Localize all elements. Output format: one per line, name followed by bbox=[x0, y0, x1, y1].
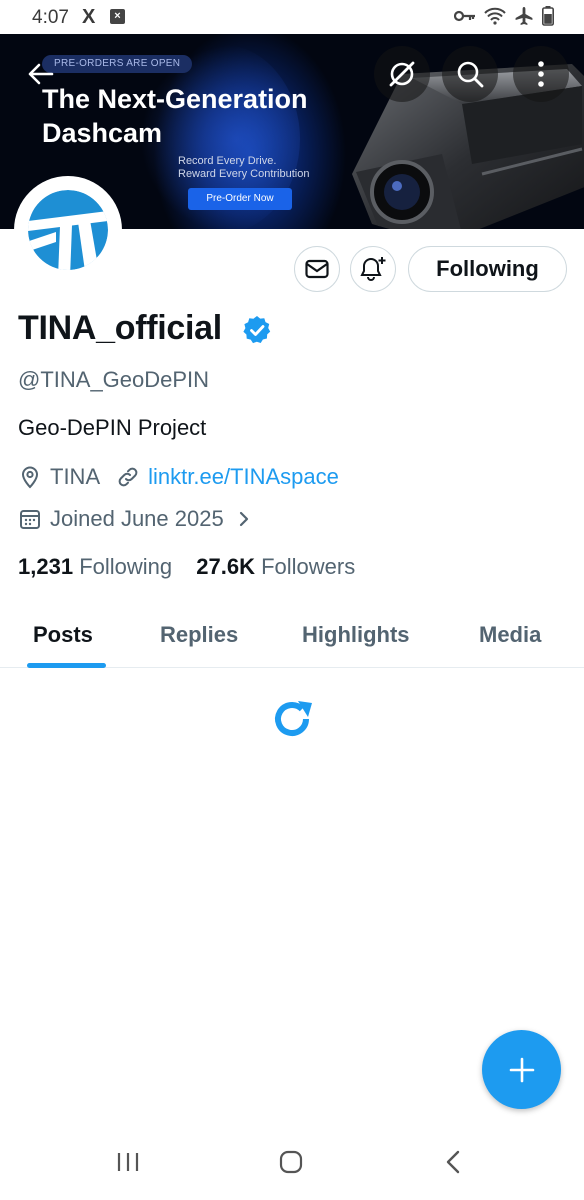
location-text: TINA bbox=[50, 464, 101, 489]
bio: Geo-DePIN Project bbox=[18, 415, 207, 440]
following-button[interactable]: Following bbox=[408, 246, 567, 292]
avatar-logo bbox=[20, 182, 116, 278]
plus-icon bbox=[509, 1057, 534, 1082]
joined-row[interactable]: Joined June 2025 bbox=[18, 506, 254, 532]
compose-button[interactable] bbox=[482, 1030, 561, 1109]
handle: @TINA_GeoDePIN bbox=[18, 367, 210, 392]
grok-button[interactable] bbox=[374, 46, 430, 102]
verified-badge-icon bbox=[243, 316, 271, 344]
status-bar: 4:07 X × bbox=[0, 0, 584, 34]
back-button[interactable] bbox=[20, 56, 60, 92]
wifi-icon bbox=[484, 7, 506, 25]
key-icon bbox=[454, 10, 475, 22]
preorder-pill: PRE-ORDERS ARE OPEN bbox=[42, 55, 193, 73]
back-arrow-icon bbox=[28, 63, 54, 85]
status-icons bbox=[454, 6, 554, 26]
followers-stat[interactable]: 27.6K Followers bbox=[196, 554, 355, 579]
tab-posts[interactable]: Posts bbox=[33, 622, 93, 648]
active-tab-indicator bbox=[27, 663, 106, 668]
following-label: Following bbox=[79, 554, 173, 579]
followers-label: Followers bbox=[261, 554, 356, 579]
tab-media[interactable]: Media bbox=[479, 622, 541, 648]
battery-icon bbox=[542, 6, 554, 26]
chevron-right-icon bbox=[239, 511, 248, 527]
tina-logo-icon bbox=[28, 190, 108, 270]
avatar[interactable] bbox=[14, 176, 122, 284]
profile-link[interactable]: linktr.ee/TINAspace bbox=[148, 464, 339, 490]
tab-highlights[interactable]: Highlights bbox=[302, 622, 410, 648]
location-icon bbox=[21, 466, 39, 489]
search-icon bbox=[457, 61, 484, 88]
recent-apps-icon[interactable] bbox=[116, 1150, 140, 1174]
banner-subtitle-line1: Record Every Drive. bbox=[178, 155, 277, 167]
system-navigation-bar bbox=[0, 1130, 584, 1200]
meta-location-link-row: TINA linktr.ee/TINAspace bbox=[18, 464, 339, 490]
x-app-icon: X bbox=[82, 6, 96, 28]
link-icon bbox=[118, 467, 138, 487]
following-count: 1,231 bbox=[18, 554, 74, 579]
profile-tabs: Posts Replies Highlights Media bbox=[0, 606, 584, 668]
more-vertical-icon bbox=[538, 61, 544, 87]
airplane-icon bbox=[515, 7, 533, 25]
more-options-button[interactable] bbox=[513, 46, 569, 102]
calendar-icon bbox=[20, 510, 40, 529]
following-stat[interactable]: 1,231 Following bbox=[18, 554, 172, 579]
follow-stats: 1,231 Following 27.6K Followers bbox=[18, 554, 355, 580]
message-button[interactable] bbox=[294, 246, 340, 292]
banner-subtitle-line2: Reward Every Contribution bbox=[178, 168, 310, 180]
refresh-spinner-icon bbox=[275, 701, 312, 736]
preorder-button: Pre-Order Now bbox=[188, 188, 292, 210]
display-name: TINA_official bbox=[18, 309, 222, 347]
search-button[interactable] bbox=[442, 46, 498, 102]
status-time: 4:07 bbox=[32, 7, 69, 28]
banner-title: The Next-Generation Dashcam bbox=[42, 84, 308, 148]
notification-icon: × bbox=[110, 9, 125, 24]
joined-text: Joined June 2025 bbox=[50, 506, 224, 531]
notifications-button[interactable] bbox=[350, 246, 396, 292]
bell-plus-icon bbox=[360, 257, 386, 281]
mail-icon bbox=[305, 259, 329, 279]
home-icon[interactable] bbox=[279, 1150, 303, 1174]
back-nav-icon[interactable] bbox=[444, 1150, 464, 1174]
banner-subtitle: Record Every Drive. Reward Every Contrib… bbox=[178, 155, 338, 181]
grok-icon bbox=[389, 61, 415, 87]
followers-count: 27.6K bbox=[196, 554, 255, 579]
tab-replies[interactable]: Replies bbox=[160, 622, 238, 648]
